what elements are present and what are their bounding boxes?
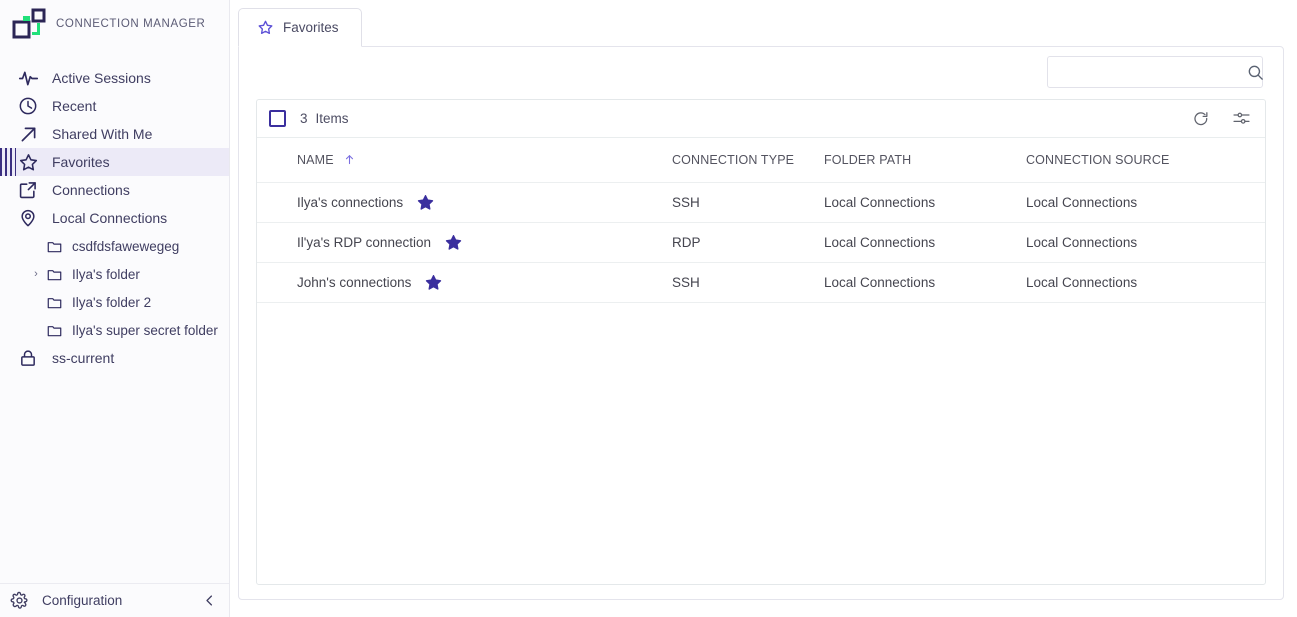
sidebar-item-label: Favorites — [52, 154, 110, 170]
sidebar-item-recent[interactable]: Recent — [0, 92, 229, 120]
configuration-label: Configuration — [42, 593, 123, 608]
external-link-icon — [16, 178, 40, 202]
cell-folder-path: Local Connections — [824, 182, 1026, 223]
sidebar-item-label: Shared With Me — [52, 126, 153, 142]
cell-connection-source: Local Connections — [1026, 182, 1265, 223]
table-row[interactable]: Il'ya's RDP connection RDP Local Connect… — [257, 222, 1265, 263]
cell-name: Ilya's connections — [257, 182, 672, 223]
item-count-label: Items — [315, 111, 349, 126]
star-filled-icon[interactable] — [444, 233, 463, 252]
sidebar: CONNECTION MANAGER Active Sessions Recen… — [0, 0, 230, 617]
refresh-icon[interactable] — [1191, 109, 1211, 129]
lock-icon — [16, 346, 40, 370]
cell-name: Il'ya's RDP connection — [257, 222, 672, 263]
column-header-connection-source[interactable]: CONNECTION SOURCE — [1026, 138, 1265, 183]
brand-title: CONNECTION MANAGER — [56, 18, 206, 30]
folder-icon — [44, 236, 64, 256]
column-header-label: NAME — [297, 152, 334, 167]
cell-folder-path: Local Connections — [824, 262, 1026, 303]
card-tool-icons — [1191, 109, 1251, 129]
folder-icon — [44, 264, 64, 284]
chevron-left-icon[interactable] — [199, 591, 219, 611]
cell-connection-source: Local Connections — [1026, 222, 1265, 263]
row-name-label: Ilya's connections — [297, 194, 404, 210]
column-header-name[interactable]: NAME — [257, 138, 672, 183]
star-outline-icon — [257, 19, 274, 36]
items-card: 3 Items NAME CONNECTION TYPE FOLDER PATH… — [256, 99, 1266, 585]
sort-arrow-up-icon[interactable] — [343, 153, 356, 166]
folder-icon — [44, 320, 64, 340]
sidebar-item-favorites[interactable]: Favorites — [0, 148, 229, 176]
sidebar-footer: Configuration — [0, 583, 229, 617]
favorites-table: NAME CONNECTION TYPE FOLDER PATH CONNECT… — [257, 138, 1265, 303]
clock-icon — [16, 94, 40, 118]
location-pin-icon — [16, 206, 40, 230]
activity-pulse-icon — [16, 66, 40, 90]
star-filled-icon[interactable] — [416, 193, 435, 212]
search-box[interactable] — [1047, 56, 1263, 88]
sidebar-folder-ilyas-super-secret-folder[interactable]: Ilya's super secret folder — [0, 316, 229, 344]
cell-connection-type: RDP — [672, 222, 824, 263]
chevron-right-icon[interactable]: › — [30, 268, 42, 280]
row-name-label: Il'ya's RDP connection — [297, 234, 431, 250]
search-icon[interactable] — [1240, 57, 1270, 87]
table-row[interactable]: Ilya's connections SSH Local Connections… — [257, 182, 1265, 223]
item-count-number: 3 — [300, 111, 308, 126]
cell-name: John's connections — [257, 262, 672, 303]
tab-label: Favorites — [283, 20, 339, 35]
folder-label: csdfdsfawewegeg — [72, 238, 180, 254]
cell-connection-source: Local Connections — [1026, 262, 1265, 303]
column-header-label: CONNECTION SOURCE — [1026, 152, 1170, 167]
connection-manager-logo-icon — [12, 8, 46, 40]
sidebar-folder-csdfdsfawewegeg[interactable]: csdfdsfawewegeg — [0, 232, 229, 260]
column-header-folder-path[interactable]: FOLDER PATH — [824, 138, 1026, 183]
sidebar-item-ss-current[interactable]: ss-current — [0, 344, 229, 372]
sidebar-item-active-sessions[interactable]: Active Sessions — [0, 64, 229, 92]
search-input[interactable] — [1048, 57, 1240, 87]
row-name-label: John's connections — [297, 274, 412, 290]
star-outline-icon — [16, 150, 40, 174]
sidebar-item-label: Active Sessions — [52, 70, 151, 86]
tab-strip: Favorites — [230, 0, 1297, 47]
tab-favorites[interactable]: Favorites — [238, 8, 362, 47]
sidebar-folder-ilyas-folder-2[interactable]: Ilya's folder 2 — [0, 288, 229, 316]
table-header-row: NAME CONNECTION TYPE FOLDER PATH CONNECT… — [257, 138, 1265, 183]
folder-icon — [44, 292, 64, 312]
app-root: CONNECTION MANAGER Active Sessions Recen… — [0, 0, 1297, 617]
folder-label: Ilya's folder — [72, 266, 140, 282]
table-header: NAME CONNECTION TYPE FOLDER PATH CONNECT… — [257, 138, 1265, 183]
brand-header: CONNECTION MANAGER — [0, 0, 229, 48]
column-header-label: CONNECTION TYPE — [672, 152, 795, 167]
sidebar-item-label: Local Connections — [52, 210, 168, 226]
cell-connection-type: SSH — [672, 182, 824, 223]
item-count: 3 Items — [300, 111, 349, 126]
cell-connection-type: SSH — [672, 262, 824, 303]
content-panel: 3 Items NAME CONNECTION TYPE FOLDER PATH… — [238, 46, 1284, 600]
sidebar-item-shared-with-me[interactable]: Shared With Me — [0, 120, 229, 148]
sidebar-folder-ilyas-folder[interactable]: › Ilya's folder — [0, 260, 229, 288]
sliders-settings-icon[interactable] — [1231, 109, 1251, 129]
sidebar-item-connections[interactable]: Connections — [0, 176, 229, 204]
column-header-label: FOLDER PATH — [824, 152, 912, 167]
gear-icon[interactable] — [6, 588, 32, 614]
table-body: Ilya's connections SSH Local Connections… — [257, 182, 1265, 303]
star-filled-icon[interactable] — [424, 273, 443, 292]
sidebar-item-local-connections[interactable]: Local Connections — [0, 204, 229, 232]
sidebar-nav: Active Sessions Recent Shared With Me Fa… — [0, 64, 229, 372]
folder-label: Ilya's folder 2 — [72, 294, 152, 310]
main-content: Favorites 3 Items NAME CONNECTION TYPE F… — [230, 0, 1297, 617]
active-indicator-stripes — [0, 148, 16, 176]
cell-folder-path: Local Connections — [824, 222, 1026, 263]
arrow-up-right-icon — [16, 122, 40, 146]
column-header-connection-type[interactable]: CONNECTION TYPE — [672, 138, 824, 183]
card-toolbar: 3 Items — [257, 100, 1265, 138]
sidebar-item-label: ss-current — [52, 350, 115, 366]
folder-label: Ilya's super secret folder — [72, 322, 218, 338]
table-row[interactable]: John's connections SSH Local Connections… — [257, 262, 1265, 303]
select-all-checkbox[interactable] — [269, 110, 286, 127]
sidebar-item-label: Recent — [52, 98, 97, 114]
sidebar-item-label: Connections — [52, 182, 130, 198]
